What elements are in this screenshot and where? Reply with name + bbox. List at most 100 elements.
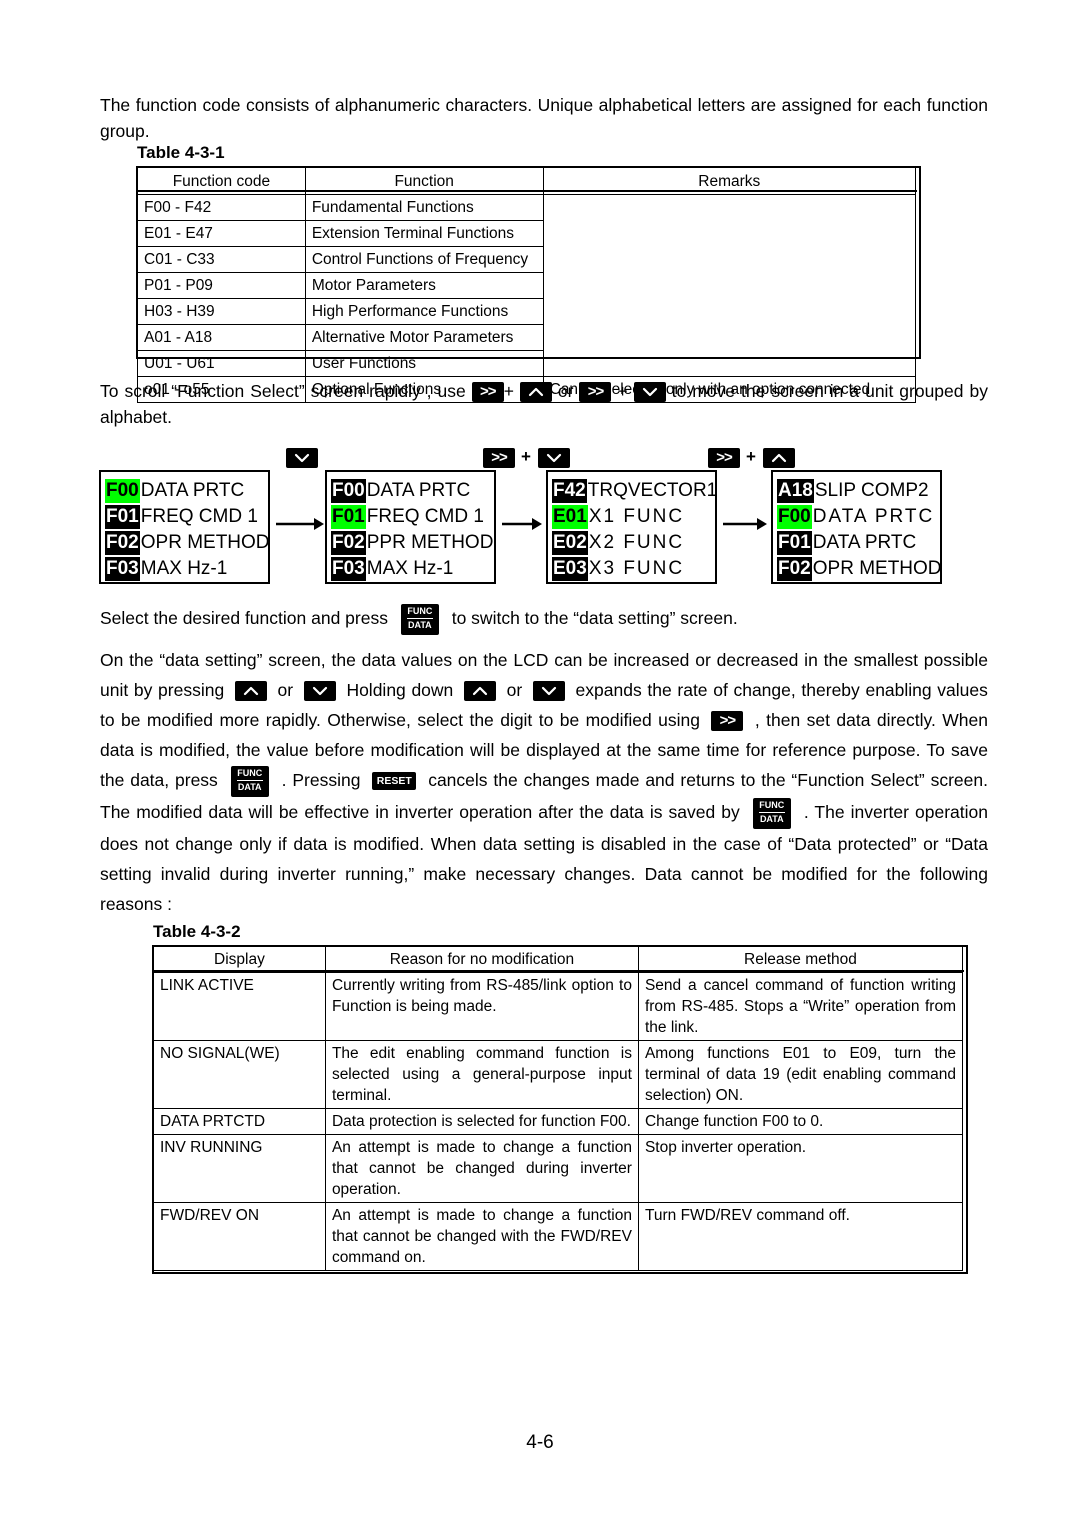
cell-remarks xyxy=(542,194,917,221)
cell-function: Extension Terminal Functions xyxy=(304,220,544,247)
cell-function: Control Functions of Frequency xyxy=(304,246,544,273)
func-data-key-icon-3[interactable]: FUNC DATA xyxy=(752,797,791,829)
reset-key-icon[interactable]: RESET xyxy=(372,772,417,791)
lcd-code[interactable]: E02 xyxy=(552,531,588,555)
cell-remarks xyxy=(542,324,917,351)
down-arrow-key-icon-3[interactable] xyxy=(532,681,565,702)
table-row: NO SIGNAL(WE) The edit enabling command f… xyxy=(153,1040,964,1109)
shift-key-icon-2[interactable]: >> xyxy=(579,382,612,403)
transition-3-up-arrow-key-icon[interactable] xyxy=(763,448,795,468)
lcd-function-name: TRQVECTOR1 xyxy=(587,480,718,501)
lcd-function-name: DATA PRTC xyxy=(140,480,245,501)
lcd-row: F42 TRQVECTOR1 xyxy=(552,478,718,504)
cell-function-code: F00 - F42 xyxy=(137,194,306,221)
lcd-code[interactable]: E03 xyxy=(552,557,588,581)
lcd-row: F03 MAX Hz-1 xyxy=(331,556,494,582)
select-function-line: Select the desired function and press FU… xyxy=(100,604,988,635)
table-header-row: Display Reason for no modification Relea… xyxy=(153,946,964,973)
cell-function: Alternative Motor Parameters xyxy=(304,324,544,351)
or-text-1: or xyxy=(277,680,294,700)
lcd-code-selected[interactable]: F01 xyxy=(331,505,366,529)
cell-display: NO SIGNAL(WE) xyxy=(153,1040,326,1109)
transition-2-shift-key-icon[interactable]: >> xyxy=(483,448,515,468)
lcd-function-name: FREQ CMD 1 xyxy=(140,506,258,527)
lcd-code[interactable]: F02 xyxy=(105,531,140,555)
lcd-code[interactable]: F02 xyxy=(331,531,366,555)
cell-remarks xyxy=(542,272,917,299)
data-setting-paragraph: On the “data setting” screen, the data v… xyxy=(100,645,988,919)
cell-reason: An attempt is made to change a function … xyxy=(324,1202,639,1271)
cell-release-method: Stop inverter operation. xyxy=(637,1134,964,1203)
lcd-code[interactable]: F03 xyxy=(331,557,366,581)
lcd-function-name: PPR METHOD xyxy=(366,532,494,553)
func-data-key-icon[interactable]: FUNC DATA xyxy=(400,604,439,635)
column-header-display: Display xyxy=(153,946,326,973)
flow-arrow-1 xyxy=(276,515,324,538)
lcd-code-selected[interactable]: F00 xyxy=(105,479,140,503)
transition-2-plus-sign: + xyxy=(521,447,531,466)
lcd-row: F00 DATA PRTC xyxy=(777,504,940,530)
lcd-row: E03 X3 FUNC xyxy=(552,556,715,582)
scroll-text-part-2: or xyxy=(557,381,574,401)
scroll-instruction-paragraph: To scroll “Function Select” screen rapid… xyxy=(100,378,988,430)
cell-reason: Currently writing from RS-485/link optio… xyxy=(324,972,639,1041)
lcd-code-selected[interactable]: F00 xyxy=(777,505,812,529)
lcd-code-selected[interactable]: E01 xyxy=(552,505,588,529)
lcd-screen-3: F42 TRQVECTOR1 E01 X1 FUNC E02 X2 FUNC E03 X3 F… xyxy=(546,470,717,584)
lcd-code[interactable]: F00 xyxy=(331,479,366,503)
table-4-3-1-header-rule xyxy=(136,190,917,192)
func-data-key-icon-2[interactable]: FUNC DATA xyxy=(230,765,269,797)
transition-1-down-arrow-key-icon[interactable] xyxy=(286,448,318,468)
document-page: The function code consists of alphanumer… xyxy=(0,0,1080,1527)
plus-sign-2: + xyxy=(617,381,628,401)
table-row: INV RUNNING An attempt is made to change … xyxy=(153,1134,964,1203)
lcd-row: F02 OPR METHOD xyxy=(777,556,942,582)
cell-display: LINK ACTIVE xyxy=(153,972,326,1041)
intro-paragraph: The function code consists of alphanumer… xyxy=(100,95,988,141)
lcd-function-name: X2 FUNC xyxy=(588,532,685,553)
shift-key-icon-3[interactable]: >> xyxy=(711,711,744,732)
table-4-3-2: Display Reason for no modification Relea… xyxy=(153,946,964,1271)
table-4-3-2-caption: Table 4-3-2 xyxy=(153,922,241,941)
lcd-function-name: FREQ CMD 1 xyxy=(366,506,484,527)
lcd-function-name: OPR METHOD xyxy=(812,558,942,579)
lcd-code[interactable]: F42 xyxy=(552,479,587,503)
cell-release-method: Send a cancel command of function writin… xyxy=(637,972,964,1041)
lcd-row: F03 MAX Hz-1 xyxy=(105,556,268,582)
cell-function: Fundamental Functions xyxy=(304,194,544,221)
down-arrow-key-icon[interactable] xyxy=(633,382,666,403)
cell-display: DATA PRTCTD xyxy=(153,1108,326,1135)
cell-release-method: Among functions E01 to E09, turn the ter… xyxy=(637,1040,964,1109)
table-4-3-1-caption: Table 4-3-1 xyxy=(137,143,225,162)
up-arrow-key-icon-3[interactable] xyxy=(463,681,496,702)
up-arrow-key-icon-2[interactable] xyxy=(234,681,267,702)
lcd-code[interactable]: F01 xyxy=(105,505,140,529)
lcd-screen-1: F00 DATA PRTC F01 FREQ CMD 1 F02 OPR METHOD F0… xyxy=(99,470,270,584)
lcd-code[interactable]: F01 xyxy=(777,531,812,555)
flow-arrow-3 xyxy=(723,515,767,538)
cell-function-code: H03 - H39 xyxy=(137,298,306,325)
transition-2-down-arrow-key-icon[interactable] xyxy=(538,448,570,468)
cell-release-method: Change function F00 to 0. xyxy=(637,1108,964,1135)
column-header-release-method: Release method xyxy=(637,946,964,973)
lcd-row: F01 FREQ CMD 1 xyxy=(331,504,494,530)
cell-function-code: P01 - P09 xyxy=(137,272,306,299)
lcd-code[interactable]: F02 xyxy=(777,557,812,581)
holding-down-text: Holding down xyxy=(346,680,454,700)
table-4-3-2-header-rule xyxy=(152,970,964,972)
cell-remarks xyxy=(542,246,917,273)
shift-key-icon[interactable]: >> xyxy=(471,382,504,403)
cell-function-code: A01 - A18 xyxy=(137,324,306,351)
lcd-code[interactable]: F03 xyxy=(105,557,140,581)
down-arrow-key-icon-2[interactable] xyxy=(303,681,336,702)
cell-remarks xyxy=(542,220,917,247)
transition-3-shift-key-icon[interactable]: >> xyxy=(708,448,740,468)
lcd-code[interactable]: A18 xyxy=(777,479,814,503)
func-data-key-top-label-3: FUNC xyxy=(759,799,785,810)
page-number: 4-6 xyxy=(526,1432,554,1453)
table-row: U01 - U61 User Functions xyxy=(137,350,917,377)
lcd-function-name: MAX Hz-1 xyxy=(366,558,454,579)
cell-function-code: C01 - C33 xyxy=(137,246,306,273)
up-arrow-key-icon[interactable] xyxy=(519,382,552,403)
cell-function: Motor Parameters xyxy=(304,272,544,299)
